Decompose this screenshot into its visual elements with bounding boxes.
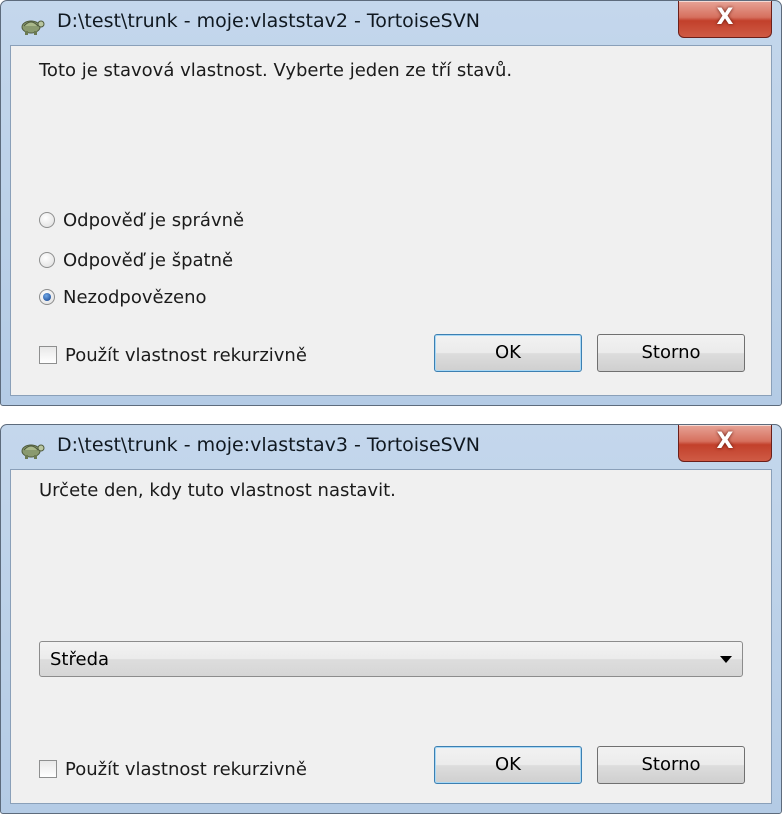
dialog-message: Toto je stavová vlastnost. Vyberte jeden… (39, 60, 513, 81)
radio-label: Nezodpovězeno (63, 286, 207, 308)
chevron-down-icon (720, 656, 732, 663)
cancel-button[interactable]: Storno (597, 334, 745, 372)
weekday-select-value: Středa (50, 649, 110, 670)
dialog-message: Určete den, kdy tuto vlastnost nastavit. (39, 480, 396, 501)
title-bar[interactable]: D:\test\trunk - moje:vlaststav3 - Tortoi… (1, 425, 781, 469)
close-button[interactable]: X (678, 425, 772, 462)
tortoisesvn-turtle-icon (19, 14, 45, 36)
recursive-checkbox[interactable] (39, 346, 57, 364)
close-icon: X (716, 5, 734, 30)
recursive-checkbox[interactable] (39, 760, 57, 778)
ok-button[interactable]: OK (434, 334, 582, 372)
radio-label: Odpověď je správně (63, 209, 245, 231)
recursive-checkbox-row[interactable]: Použít vlastnost rekurzivně (39, 756, 307, 782)
title-bar[interactable]: D:\test\trunk - moje:vlaststav2 - Tortoi… (1, 1, 781, 45)
radio-label: Odpověď je špatně (63, 249, 234, 271)
property-dialog-status: D:\test\trunk - moje:vlaststav2 - Tortoi… (0, 0, 782, 406)
radio-button-selected[interactable] (39, 289, 55, 305)
close-icon: X (716, 429, 734, 454)
radio-option-correct[interactable]: Odpověď je správně (39, 207, 244, 233)
radio-button[interactable] (39, 252, 55, 268)
radio-option-unanswered[interactable]: Nezodpovězeno (39, 284, 207, 310)
recursive-checkbox-label: Použít vlastnost rekurzivně (65, 344, 307, 366)
radio-option-wrong[interactable]: Odpověď je špatně (39, 247, 233, 273)
window-title: D:\test\trunk - moje:vlaststav3 - Tortoi… (57, 434, 480, 456)
property-dialog-weekday: D:\test\trunk - moje:vlaststav3 - Tortoi… (0, 424, 782, 814)
recursive-checkbox-label: Použít vlastnost rekurzivně (65, 758, 307, 780)
cancel-button[interactable]: Storno (597, 746, 745, 784)
weekday-select[interactable]: Středa (39, 641, 743, 677)
radio-button[interactable] (39, 212, 55, 228)
window-title: D:\test\trunk - moje:vlaststav2 - Tortoi… (57, 10, 480, 32)
ok-button[interactable]: OK (434, 746, 582, 784)
recursive-checkbox-row[interactable]: Použít vlastnost rekurzivně (39, 342, 307, 368)
tortoisesvn-turtle-icon (19, 438, 45, 460)
close-button[interactable]: X (678, 1, 772, 38)
